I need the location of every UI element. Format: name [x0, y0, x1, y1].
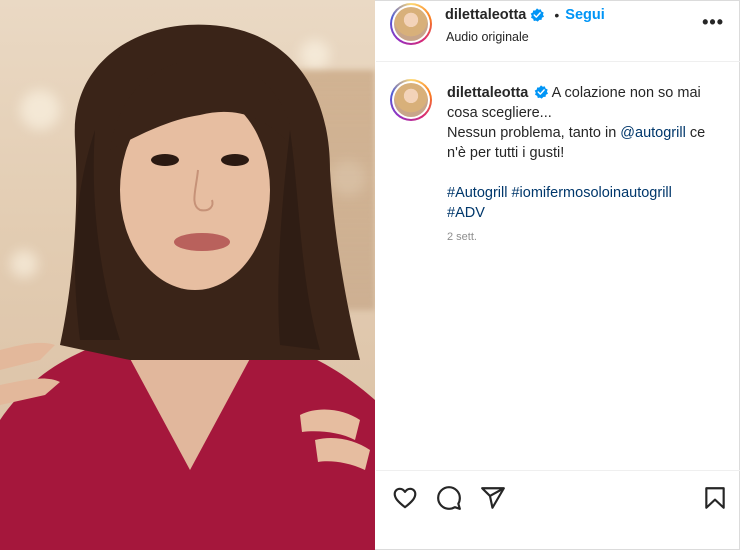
paper-plane-icon[interactable]: [480, 485, 506, 511]
caption-username[interactable]: dilettaleotta: [447, 85, 528, 101]
separator-dot: •: [554, 7, 560, 23]
post-timestamp[interactable]: 2 sett.: [447, 231, 477, 243]
follow-button[interactable]: Segui: [565, 7, 604, 23]
hashtag-link[interactable]: #ADV: [447, 205, 485, 221]
caption-line2-prefix: Nessun problema, tanto in: [447, 125, 621, 141]
audio-label[interactable]: Audio originale: [446, 30, 529, 44]
video-frame-person: [0, 24, 375, 550]
comment-icon[interactable]: [436, 485, 462, 511]
mention-link[interactable]: @autogrill: [620, 125, 686, 141]
post-header: dilettaleotta • Segui Audio originale ••…: [376, 0, 740, 62]
caption-text: dilettaleotta A colazione non so mai cos…: [447, 83, 727, 223]
bookmark-icon[interactable]: [702, 485, 728, 511]
heart-icon[interactable]: [392, 485, 418, 511]
header-username[interactable]: dilettaleotta: [445, 7, 526, 23]
verified-badge-icon: [535, 85, 549, 99]
verified-badge-icon: [531, 8, 545, 22]
action-bar: [376, 470, 740, 526]
hashtag-link[interactable]: #iomifermosoloinautogrill: [511, 185, 671, 201]
more-options-icon[interactable]: •••: [702, 12, 724, 33]
caption-avatar[interactable]: [390, 79, 432, 121]
hashtag-link[interactable]: #Autogrill: [447, 185, 507, 201]
avatar[interactable]: [390, 3, 432, 45]
post-video[interactable]: [0, 0, 375, 550]
